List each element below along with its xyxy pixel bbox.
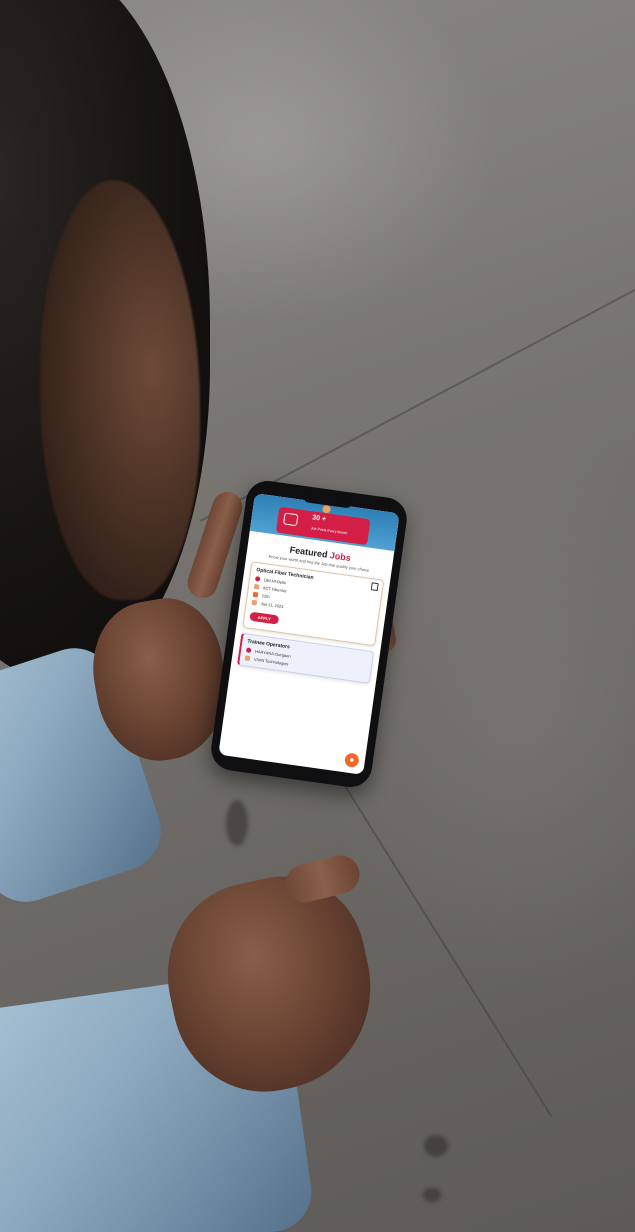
location-pin-icon (245, 647, 252, 654)
floor-stain (423, 1188, 441, 1202)
job-date: Jan 11, 2023 (260, 601, 284, 610)
job-location: DELHI-Delhi (263, 577, 287, 586)
right-finger (281, 851, 364, 907)
job-company: VIVIN Technologies (253, 656, 289, 667)
floor-stain (424, 1135, 448, 1157)
bookmark-icon[interactable] (370, 582, 379, 592)
graduation-cap-icon (252, 591, 259, 598)
job-qualification: 12th (261, 593, 270, 600)
section-title-accent: Jobs (329, 550, 352, 564)
job-stats-card: 30 + Job Posts Every Month (275, 506, 371, 546)
smartphone: 30 + Job Posts Every Month Featured Jobs… (208, 478, 410, 790)
building-icon (253, 583, 260, 590)
chat-icon[interactable]: ● (343, 752, 360, 769)
floor-stain (226, 800, 248, 846)
building-icon (244, 655, 251, 662)
location-pin-icon (254, 575, 261, 582)
briefcase-icon (283, 512, 299, 527)
job-card[interactable]: Optical Fiber Technician DELHI-Delhi ACT… (242, 561, 385, 647)
calendar-icon (251, 599, 258, 606)
stat-value: 30 + (311, 514, 327, 524)
job-company: ACT Fibernet (262, 585, 287, 594)
photo-scene: 30 + Job Posts Every Month Featured Jobs… (0, 0, 635, 1232)
apply-button[interactable]: APPLY (249, 611, 280, 625)
stat-label: Job Posts Every Month (310, 526, 348, 536)
